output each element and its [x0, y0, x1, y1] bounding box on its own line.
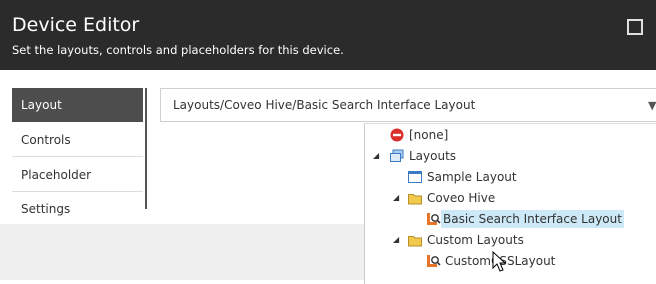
expand-triangle-icon[interactable]: ◢: [373, 147, 379, 165]
tree-item-label: Layouts: [409, 149, 457, 163]
editor-tabs: Layout Controls Placeholder Settings: [12, 88, 147, 216]
tab-layout[interactable]: Layout: [12, 88, 143, 122]
mouse-pointer-icon: [492, 251, 506, 272]
search-layout-icon: [427, 255, 441, 267]
chevron-down-icon[interactable]: ▼: [648, 99, 656, 112]
expand-triangle-icon[interactable]: ◢: [393, 231, 399, 249]
layout-tree-dropdown: [none] ◢ Layouts Sample Layout ◢ Coveo H…: [364, 123, 656, 284]
tree-item-label: Sample Layout: [427, 170, 517, 184]
tree-item-label: Custom Layouts: [427, 233, 524, 247]
layouts-folder-icon: [390, 149, 404, 162]
tab-controls[interactable]: Controls: [12, 123, 143, 157]
layout-select[interactable]: Layouts/Coveo Hive/Basic Search Interfac…: [160, 88, 656, 122]
tree-item-label: Coveo Hive: [427, 191, 496, 205]
tree-item-label: Basic Search Interface Layout: [441, 210, 624, 228]
dialog-title: Device Editor: [12, 14, 140, 36]
search-layout-icon: [427, 213, 441, 225]
tree-item-label: [none]: [409, 128, 449, 142]
dialog-subtitle: Set the layouts, controls and placeholde…: [12, 43, 344, 57]
folder-icon: [408, 194, 422, 205]
expand-triangle-icon[interactable]: ◢: [393, 189, 399, 207]
layout-select-value: Layouts/Coveo Hive/Basic Search Interfac…: [173, 98, 476, 112]
tab-placeholder-settings[interactable]: Placeholder Settings: [12, 158, 143, 216]
folder-icon: [408, 236, 422, 247]
dialog-header: Device Editor Set the layouts, controls …: [0, 0, 656, 70]
none-circle-icon: [390, 128, 404, 142]
maximize-icon[interactable]: [627, 19, 643, 35]
layout-page-icon: [408, 171, 422, 183]
